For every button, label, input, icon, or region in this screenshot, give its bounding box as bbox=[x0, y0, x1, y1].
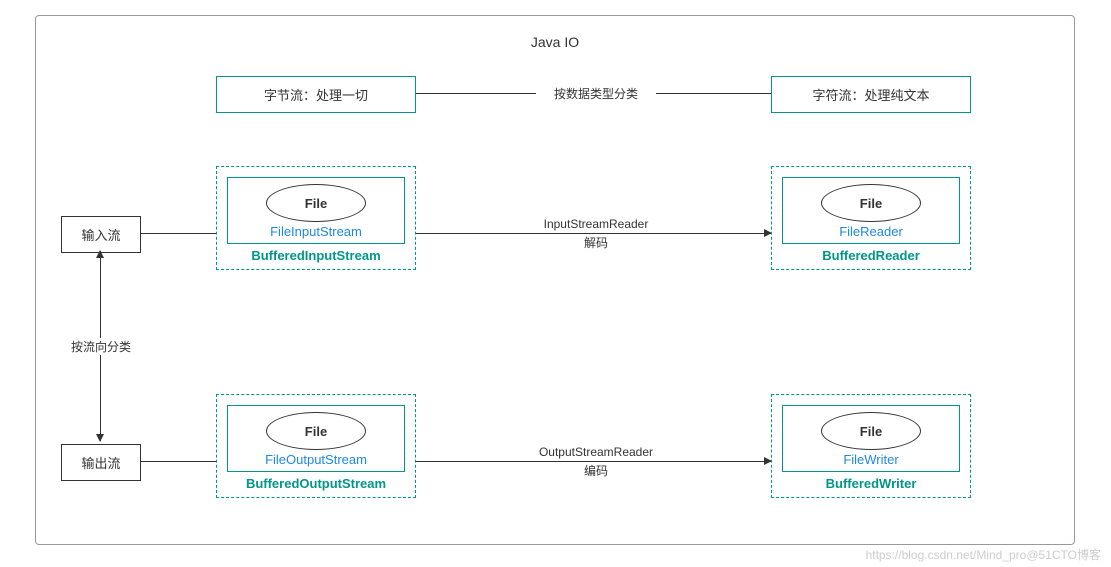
buffered-input-stream-block: File FileInputStream BufferedInputStream bbox=[216, 166, 416, 270]
byte-stream-label: 字节流：处理一切 bbox=[264, 88, 368, 103]
file-label: File bbox=[860, 424, 882, 439]
buffered-input-stream-label: BufferedInputStream bbox=[227, 248, 405, 263]
flow-direction-label: 按流向分类 bbox=[61, 338, 141, 355]
char-stream-label: 字符流：处理纯文本 bbox=[812, 88, 929, 103]
file-label: File bbox=[860, 196, 882, 211]
input-conv-label-1: InputStreamReader bbox=[526, 217, 666, 231]
file-input-stream-block: File FileInputStream bbox=[227, 177, 405, 244]
input-conv-label-2: 解码 bbox=[526, 234, 666, 251]
buffered-writer-label: BufferedWriter bbox=[782, 476, 960, 491]
file-label: File bbox=[305, 424, 327, 439]
input-flow-box: 输入流 bbox=[61, 216, 141, 253]
file-ellipse: File bbox=[821, 412, 921, 450]
output-conv-label-1: OutputStreamReader bbox=[521, 445, 671, 459]
file-output-stream-block: File FileOutputStream bbox=[227, 405, 405, 472]
output-flow-box: 输出流 bbox=[61, 444, 141, 481]
file-output-stream-label: FileOutputStream bbox=[236, 452, 396, 467]
watermark: https://blog.csdn.net/Mind_pro@51CTO博客 bbox=[866, 546, 1101, 563]
file-ellipse: File bbox=[266, 184, 366, 222]
file-ellipse: File bbox=[266, 412, 366, 450]
diagram-title: Java IO bbox=[36, 34, 1074, 50]
buffered-output-stream-block: File FileOutputStream BufferedOutputStre… bbox=[216, 394, 416, 498]
diagram-frame: Java IO 字节流：处理一切 字符流：处理纯文本 按数据类型分类 输入流 输… bbox=[35, 15, 1075, 545]
file-writer-label: FileWriter bbox=[791, 452, 951, 467]
input-flow-label: 输入流 bbox=[81, 228, 120, 243]
char-stream-box: 字符流：处理纯文本 bbox=[771, 76, 971, 113]
file-ellipse: File bbox=[821, 184, 921, 222]
top-connector-label: 按数据类型分类 bbox=[536, 85, 656, 102]
buffered-output-stream-label: BufferedOutputStream bbox=[227, 476, 405, 491]
file-reader-label: FileReader bbox=[791, 224, 951, 239]
output-conv-label-2: 编码 bbox=[521, 462, 671, 479]
output-flow-label: 输出流 bbox=[81, 456, 120, 471]
input-to-byte-line bbox=[141, 233, 216, 234]
byte-stream-box: 字节流：处理一切 bbox=[216, 76, 416, 113]
file-input-stream-label: FileInputStream bbox=[236, 224, 396, 239]
buffered-reader-block: File FileReader BufferedReader bbox=[771, 166, 971, 270]
output-to-byte-line bbox=[141, 461, 216, 462]
file-label: File bbox=[305, 196, 327, 211]
buffered-reader-label: BufferedReader bbox=[782, 248, 960, 263]
buffered-writer-block: File FileWriter BufferedWriter bbox=[771, 394, 971, 498]
file-writer-block: File FileWriter bbox=[782, 405, 960, 472]
file-reader-block: File FileReader bbox=[782, 177, 960, 244]
